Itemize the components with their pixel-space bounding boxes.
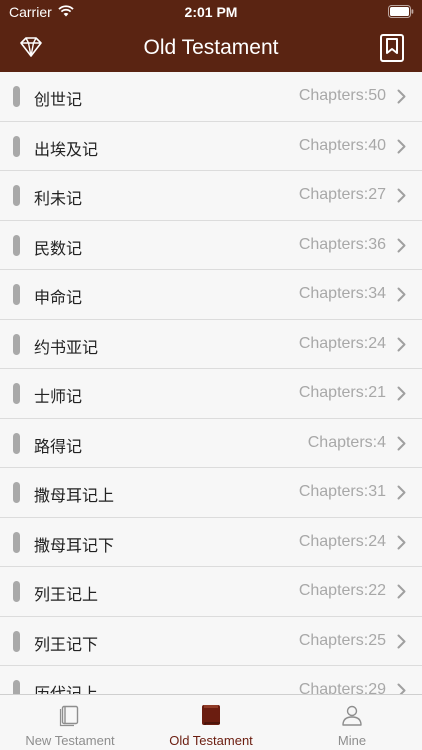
row-marker [13,482,20,503]
chevron-right-icon [397,238,406,252]
list-item[interactable]: 出埃及记 Chapters:40 [0,121,422,171]
chevron-right-icon [397,139,406,153]
header: Carrier 2:01 PM Old Testament [0,0,422,72]
chevron-right-icon [397,634,406,648]
row-marker [13,680,20,694]
list-item[interactable]: 约书亚记 Chapters:24 [0,319,422,369]
row-marker [13,234,20,256]
list-item[interactable]: 列王记下 Chapters:25 [0,616,422,666]
book-name: 出埃及记 [34,139,99,159]
list-item[interactable]: 列王记上 Chapters:22 [0,567,422,617]
row-marker [13,581,20,602]
row-marker [13,432,20,454]
status-time: 2:01 PM [184,4,238,20]
tab-old-testament[interactable]: Old Testament [141,695,281,750]
list-item[interactable]: 路得记 Chapters:4 [0,418,422,468]
book-name: 撒母耳记上 [34,486,115,505]
nav-bar: Old Testament [0,24,422,72]
book-name: 士师记 [34,387,83,406]
row-marker [13,284,20,305]
person-icon [340,703,364,727]
tab-mine[interactable]: Mine [282,695,422,750]
list-item[interactable]: 撒母耳记上 Chapters:31 [0,468,422,518]
row-marker [13,531,20,553]
book-name: 列王记上 [34,585,99,604]
chapter-count: Chapters:4 [307,433,386,451]
chapter-count: Chapters:40 [298,136,386,154]
row-marker [13,333,20,355]
bookmark-icon[interactable] [379,33,405,63]
battery-icon [388,5,414,18]
chapter-count: Chapters:25 [298,631,386,649]
chevron-right-icon [397,584,406,599]
book-name: 民数记 [34,238,83,258]
list-item[interactable]: 历代记上 Chapters:29 [0,666,422,694]
row-marker [13,135,20,157]
book-name: 撒母耳记下 [34,535,115,555]
chevron-right-icon [397,287,406,302]
tab-label: Mine [337,733,367,748]
list-item[interactable]: 创世记 Chapters:50 [0,72,422,122]
tab-label: New Testament [25,733,115,748]
tab-bar: New Testament Old Testament Mine [0,694,422,750]
chapter-count: Chapters:21 [298,384,386,401]
list-item[interactable]: 申命记 Chapters:34 [0,270,422,320]
book-name: 约书亚记 [34,337,99,357]
list-item[interactable]: 民数记 Chapters:36 [0,220,422,270]
chapter-count: Chapters:27 [298,186,386,203]
book-outline-icon [58,703,82,727]
book-name: 创世记 [34,90,83,109]
page-title: Old Testament [143,36,279,59]
chapter-count: Chapters:24 [298,532,386,550]
book-name: 利未记 [34,189,83,208]
book-name: 申命记 [34,288,83,307]
tab-label: Old Testament [169,733,253,748]
chevron-right-icon [397,386,406,401]
book-list[interactable]: 创世记 Chapters:50 出埃及记 Chapters:40 利未记 Chapters… [0,72,422,694]
chevron-right-icon [397,683,406,694]
chevron-right-icon [397,535,406,549]
row-marker [13,383,20,404]
book-name: 历代记上 [34,684,99,694]
chapter-count: Chapters:34 [298,285,386,302]
book-filled-icon [199,703,223,727]
row-marker [13,630,20,652]
status-bar: Carrier 2:01 PM [0,0,422,24]
book-name: 路得记 [34,436,83,456]
chevron-right-icon [397,485,406,500]
chevron-right-icon [397,337,406,351]
chapter-count: Chapters:22 [298,582,386,599]
chevron-right-icon [397,188,406,203]
list-item[interactable]: 撒母耳记下 Chapters:24 [0,517,422,567]
book-name: 列王记下 [34,634,99,654]
chapter-count: Chapters:24 [298,334,386,352]
list-item[interactable]: 利未记 Chapters:27 [0,171,422,221]
chevron-right-icon [397,89,406,104]
row-marker [13,185,20,206]
chapter-count: Chapters:36 [298,235,386,253]
tab-new-testament[interactable]: New Testament [0,695,140,750]
chevron-right-icon [397,436,406,450]
list-item[interactable]: 士师记 Chapters:21 [0,369,422,419]
chapter-count: Chapters:31 [298,483,386,500]
chapter-count: Chapters:29 [298,681,386,694]
row-marker [13,86,20,107]
chapter-count: Chapters:50 [298,87,386,104]
